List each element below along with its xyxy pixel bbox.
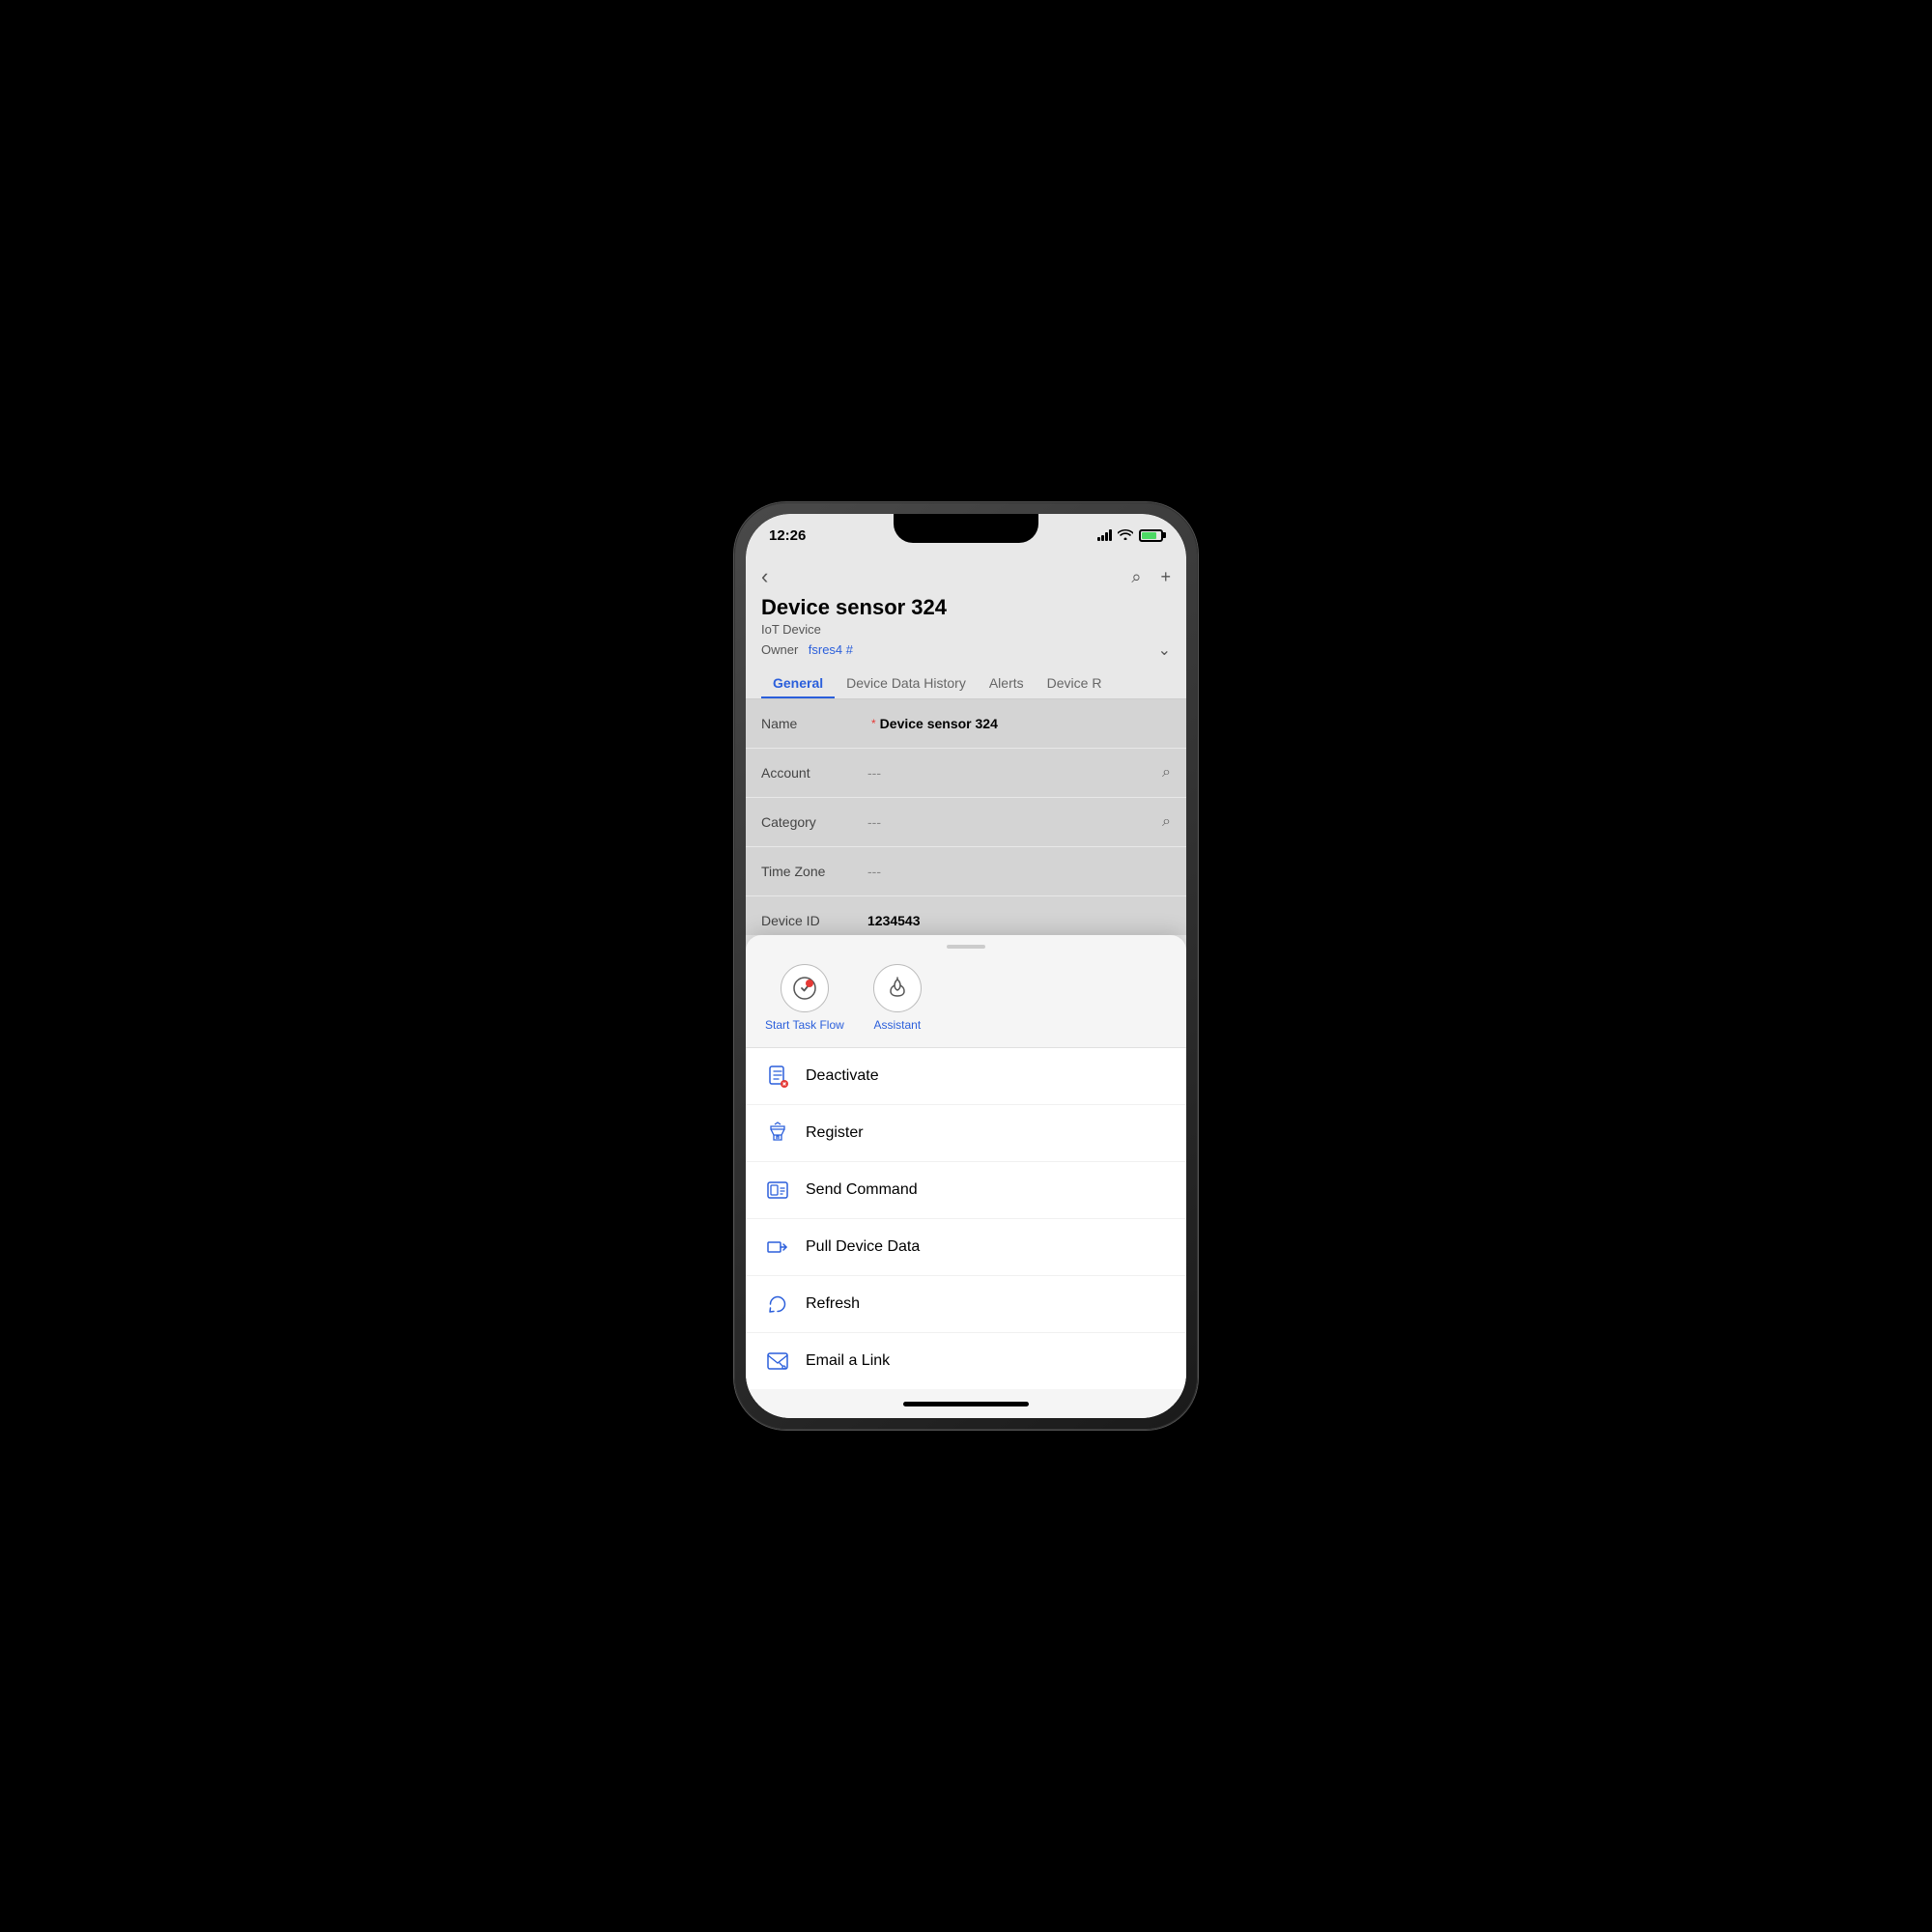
owner-label: Owner — [761, 642, 798, 657]
phone-frame: 12:26 — [734, 502, 1198, 1430]
app-header: ‹ ⌕ + Device sensor 324 IoT Device Owner… — [746, 556, 1186, 666]
battery-fill — [1142, 532, 1156, 539]
assistant-icon — [873, 964, 922, 1012]
register-icon — [765, 1121, 790, 1146]
app-content: ‹ ⌕ + Device sensor 324 IoT Device Owner… — [746, 556, 1186, 1418]
field-name-value[interactable]: Device sensor 324 — [880, 716, 1171, 731]
tab-alerts[interactable]: Alerts — [978, 666, 1036, 698]
send-command-icon — [765, 1178, 790, 1203]
refresh-label: Refresh — [806, 1295, 860, 1313]
start-task-flow-icon — [781, 964, 829, 1012]
field-name-label: Name — [761, 716, 867, 731]
field-category-search[interactable]: ⌕ — [1162, 813, 1171, 831]
email-link-icon — [765, 1349, 790, 1374]
pull-device-data-icon — [765, 1235, 790, 1260]
battery-icon — [1139, 529, 1163, 542]
status-bar: 12:26 — [746, 514, 1186, 556]
menu-item-email-link[interactable]: Email a Link — [746, 1333, 1186, 1389]
field-deviceid-value: 1234543 — [867, 913, 1171, 928]
tab-device-r[interactable]: Device R — [1036, 666, 1114, 698]
field-name: Name * Device sensor 324 — [746, 699, 1186, 748]
wifi-icon — [1118, 528, 1133, 543]
field-account: Account --- ⌕ — [746, 749, 1186, 797]
search-button[interactable]: ⌕ — [1131, 567, 1141, 587]
field-deviceid-label: Device ID — [761, 913, 867, 928]
home-bar — [903, 1402, 1029, 1406]
bottom-sheet: Start Task Flow Assistant — [746, 935, 1186, 1418]
fields-container: Name * Device sensor 324 Account --- ⌕ C… — [746, 699, 1186, 935]
header-nav: ‹ ⌕ + — [761, 564, 1171, 589]
deactivate-icon — [765, 1064, 790, 1089]
phone-inner: 12:26 — [746, 514, 1186, 1418]
menu-item-register[interactable]: Register — [746, 1105, 1186, 1162]
field-deviceid: Device ID 1234543 — [746, 896, 1186, 935]
send-command-label: Send Command — [806, 1181, 918, 1199]
status-icons — [1097, 528, 1163, 543]
signal-icon — [1097, 529, 1112, 541]
assistant-label: Assistant — [873, 1018, 921, 1032]
owner-row: Owner fsres4 # ⌄ — [761, 640, 1171, 660]
expand-icon[interactable]: ⌄ — [1158, 640, 1171, 660]
field-timezone-label: Time Zone — [761, 864, 867, 879]
screen: 12:26 — [746, 514, 1186, 1418]
owner-value[interactable]: fsres4 # — [809, 642, 853, 657]
field-timezone: Time Zone --- — [746, 847, 1186, 895]
field-account-label: Account — [761, 765, 867, 781]
field-timezone-value[interactable]: --- — [867, 864, 1171, 879]
device-subtitle: IoT Device — [761, 622, 1171, 637]
device-title: Device sensor 324 — [761, 595, 1171, 620]
field-category-label: Category — [761, 814, 867, 830]
start-task-flow-label: Start Task Flow — [765, 1018, 844, 1032]
field-name-required: * — [871, 717, 876, 730]
tab-device-data-history[interactable]: Device Data History — [835, 666, 978, 698]
sheet-handle — [746, 935, 1186, 954]
quick-actions: Start Task Flow Assistant — [746, 954, 1186, 1048]
field-account-value[interactable]: --- — [867, 765, 1154, 781]
quick-action-start-task-flow[interactable]: Start Task Flow — [765, 964, 844, 1032]
menu-list: Deactivate — [746, 1048, 1186, 1389]
field-account-search[interactable]: ⌕ — [1162, 764, 1171, 781]
tabs-container: General Device Data History Alerts Devic… — [746, 666, 1186, 699]
notch — [894, 514, 1038, 543]
sheet-handle-bar — [947, 945, 985, 949]
pull-device-data-label: Pull Device Data — [806, 1238, 920, 1256]
deactivate-label: Deactivate — [806, 1067, 879, 1085]
status-time: 12:26 — [769, 527, 806, 544]
add-button[interactable]: + — [1160, 567, 1171, 587]
tab-general[interactable]: General — [761, 666, 835, 698]
menu-item-refresh[interactable]: Refresh — [746, 1276, 1186, 1333]
back-button[interactable]: ‹ — [761, 564, 768, 589]
menu-item-send-command[interactable]: Send Command — [746, 1162, 1186, 1219]
email-link-label: Email a Link — [806, 1352, 890, 1370]
menu-item-pull-device-data[interactable]: Pull Device Data — [746, 1219, 1186, 1276]
field-category: Category --- ⌕ — [746, 798, 1186, 846]
owner-info: Owner fsres4 # — [761, 641, 853, 659]
field-category-value[interactable]: --- — [867, 814, 1154, 830]
register-label: Register — [806, 1124, 864, 1142]
quick-action-assistant[interactable]: Assistant — [873, 964, 922, 1032]
menu-item-deactivate[interactable]: Deactivate — [746, 1048, 1186, 1105]
header-actions: ⌕ + — [1131, 567, 1171, 587]
home-indicator — [746, 1389, 1186, 1418]
refresh-icon — [765, 1292, 790, 1317]
